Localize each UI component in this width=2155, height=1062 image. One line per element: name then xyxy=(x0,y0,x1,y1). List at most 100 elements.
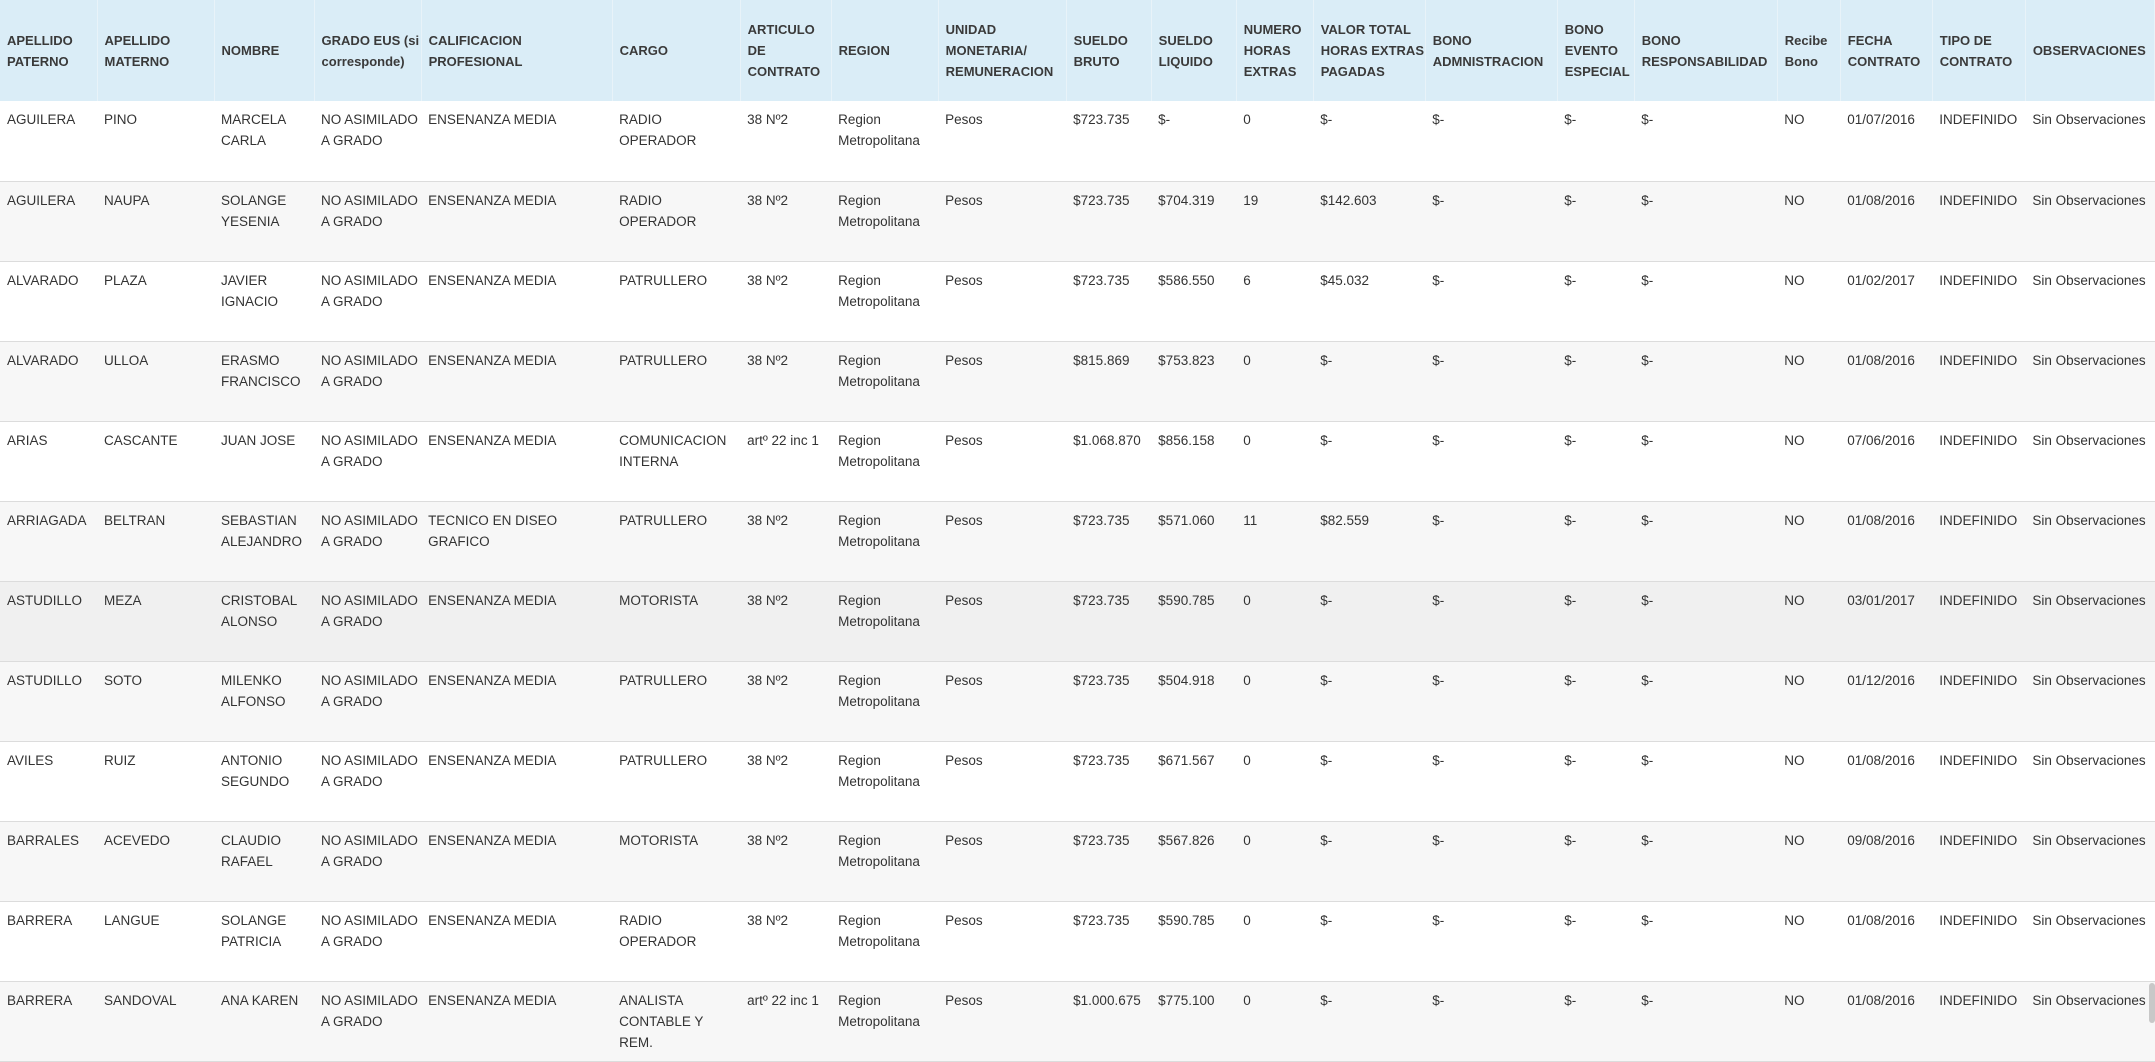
table-cell: COMUNICACION INTERNA xyxy=(612,421,741,502)
table-cell: ENSENANZA MEDIA xyxy=(421,741,613,822)
table-cell: $- xyxy=(1634,181,1778,262)
table-row: ASTUDILLO SOTO MILENKO ALFONSO NO ASIMILADO… xyxy=(0,661,2155,742)
table-cell: Sin Observaciones xyxy=(2025,901,2155,982)
scrollbar-thumb[interactable] xyxy=(2149,983,2155,1023)
table-cell: MEZA xyxy=(97,581,215,662)
column-header: NUMERO HORAS EXTRAS xyxy=(1236,0,1314,101)
table-row: ALVARADO PLAZA JAVIER IGNACIO NO ASIMILADO … xyxy=(0,261,2155,342)
table-cell: ALVARADO xyxy=(0,261,98,342)
table-cell: 0 xyxy=(1236,981,1314,1062)
table-cell: NO xyxy=(1777,581,1841,662)
table-cell: ARRIAGADA xyxy=(0,501,98,582)
table-cell: NO ASIMILADO A GRADO xyxy=(314,821,422,902)
table-cell: $- xyxy=(1425,101,1558,182)
table-cell: $- xyxy=(1634,981,1778,1062)
table-cell: BARRERA xyxy=(0,901,98,982)
table-cell: Sin Observaciones xyxy=(2025,741,2155,822)
table-cell: SEBASTIAN ALEJANDRO xyxy=(214,501,315,582)
table-cell: ALVARADO xyxy=(0,341,98,422)
table-cell: Pesos xyxy=(938,181,1067,262)
table-cell: 01/08/2016 xyxy=(1840,741,1933,822)
column-header: CALIFICACION PROFESIONAL xyxy=(421,0,613,101)
table-cell: $- xyxy=(1634,341,1778,422)
column-header: UNIDAD MONETARIA/ REMUNERACION xyxy=(938,0,1067,101)
table-cell: $1.068.870 xyxy=(1066,421,1152,502)
table-cell: Pesos xyxy=(938,341,1067,422)
table-cell: INDEFINIDO xyxy=(1932,101,2026,182)
header-row: APELLIDO PATERNO APELLIDO MATERNO NOMBRE GR… xyxy=(0,0,2155,101)
table-cell: $590.785 xyxy=(1151,901,1237,982)
table-cell: $567.826 xyxy=(1151,821,1237,902)
column-header: VALOR TOTAL HORAS EXTRAS PAGADAS xyxy=(1313,0,1426,101)
table-cell: $586.550 xyxy=(1151,261,1237,342)
table-cell: INDEFINIDO xyxy=(1932,661,2026,742)
table-cell: $- xyxy=(1425,821,1558,902)
table-cell: BELTRAN xyxy=(97,501,215,582)
table-cell: ENSENANZA MEDIA xyxy=(421,101,613,182)
table-cell: AGUILERA xyxy=(0,101,98,182)
table-cell: 01/08/2016 xyxy=(1840,501,1933,582)
table-cell: MARCELA CARLA xyxy=(214,101,315,182)
table-row: ASTUDILLO MEZA CRISTOBAL ALONSO NO ASIMILAD… xyxy=(0,581,2155,662)
table-cell: $- xyxy=(1313,741,1426,822)
table-cell: $753.823 xyxy=(1151,341,1237,422)
table-cell: ENSENANZA MEDIA xyxy=(421,261,613,342)
table-cell: $82.559 xyxy=(1313,501,1426,582)
table-cell: Region Metropolitana xyxy=(831,101,939,182)
table-cell: ENSENANZA MEDIA xyxy=(421,821,613,902)
table-cell: Region Metropolitana xyxy=(831,341,939,422)
table-cell: SOTO xyxy=(97,661,215,742)
table-cell: ASTUDILLO xyxy=(0,581,98,662)
table-cell: NO xyxy=(1777,101,1841,182)
table-cell: Sin Observaciones xyxy=(2025,501,2155,582)
table-cell: ENSENANZA MEDIA xyxy=(421,661,613,742)
table-cell: NAUPA xyxy=(97,181,215,262)
table-cell: $- xyxy=(1425,901,1558,982)
table-cell: 0 xyxy=(1236,341,1314,422)
table-cell: $- xyxy=(1634,741,1778,822)
table-cell: ARIAS xyxy=(0,421,98,502)
table-cell: 38 Nº2 xyxy=(740,901,832,982)
table-cell: Region Metropolitana xyxy=(831,261,939,342)
column-header: BONO ADMNISTRACION xyxy=(1425,0,1558,101)
table-cell: $- xyxy=(1557,421,1635,502)
table-cell: 01/08/2016 xyxy=(1840,981,1933,1062)
table-cell: 0 xyxy=(1236,821,1314,902)
table-cell: $723.735 xyxy=(1066,581,1152,662)
table-cell: $- xyxy=(1425,421,1558,502)
table-cell: Pesos xyxy=(938,261,1067,342)
table-cell: Pesos xyxy=(938,821,1067,902)
table-cell: Region Metropolitana xyxy=(831,661,939,742)
column-header: ARTICULO DE CONTRATO xyxy=(740,0,832,101)
table-cell: $704.319 xyxy=(1151,181,1237,262)
table-cell: Region Metropolitana xyxy=(831,901,939,982)
table-cell: ANTONIO SEGUNDO xyxy=(214,741,315,822)
table-cell: $- xyxy=(1557,501,1635,582)
table-cell: ANA KAREN xyxy=(214,981,315,1062)
table-cell: NO ASIMILADO A GRADO xyxy=(314,341,422,422)
column-header: APELLIDO MATERNO xyxy=(97,0,215,101)
table-cell: $- xyxy=(1425,501,1558,582)
table-cell: $- xyxy=(1634,421,1778,502)
table-cell: $723.735 xyxy=(1066,181,1152,262)
table-cell: $671.567 xyxy=(1151,741,1237,822)
table-cell: Sin Observaciones xyxy=(2025,181,2155,262)
table-cell: 0 xyxy=(1236,741,1314,822)
table-cell: RUIZ xyxy=(97,741,215,822)
table-cell: $723.735 xyxy=(1066,901,1152,982)
column-header: OBSERVACIONES xyxy=(2025,0,2155,101)
column-header: SUELDO BRUTO xyxy=(1066,0,1152,101)
table-cell: $- xyxy=(1151,101,1237,182)
table-cell: Pesos xyxy=(938,101,1067,182)
table-cell: $- xyxy=(1313,101,1426,182)
table-cell: MOTORISTA xyxy=(612,821,741,902)
table-cell: Region Metropolitana xyxy=(831,741,939,822)
table-cell: $- xyxy=(1557,341,1635,422)
table-cell: RADIO OPERADOR xyxy=(612,181,741,262)
table-cell: INDEFINIDO xyxy=(1932,261,2026,342)
table-cell: $45.032 xyxy=(1313,261,1426,342)
table-cell: NO xyxy=(1777,341,1841,422)
table-cell: NO xyxy=(1777,181,1841,262)
table-cell: $- xyxy=(1557,981,1635,1062)
column-header: REGION xyxy=(831,0,939,101)
